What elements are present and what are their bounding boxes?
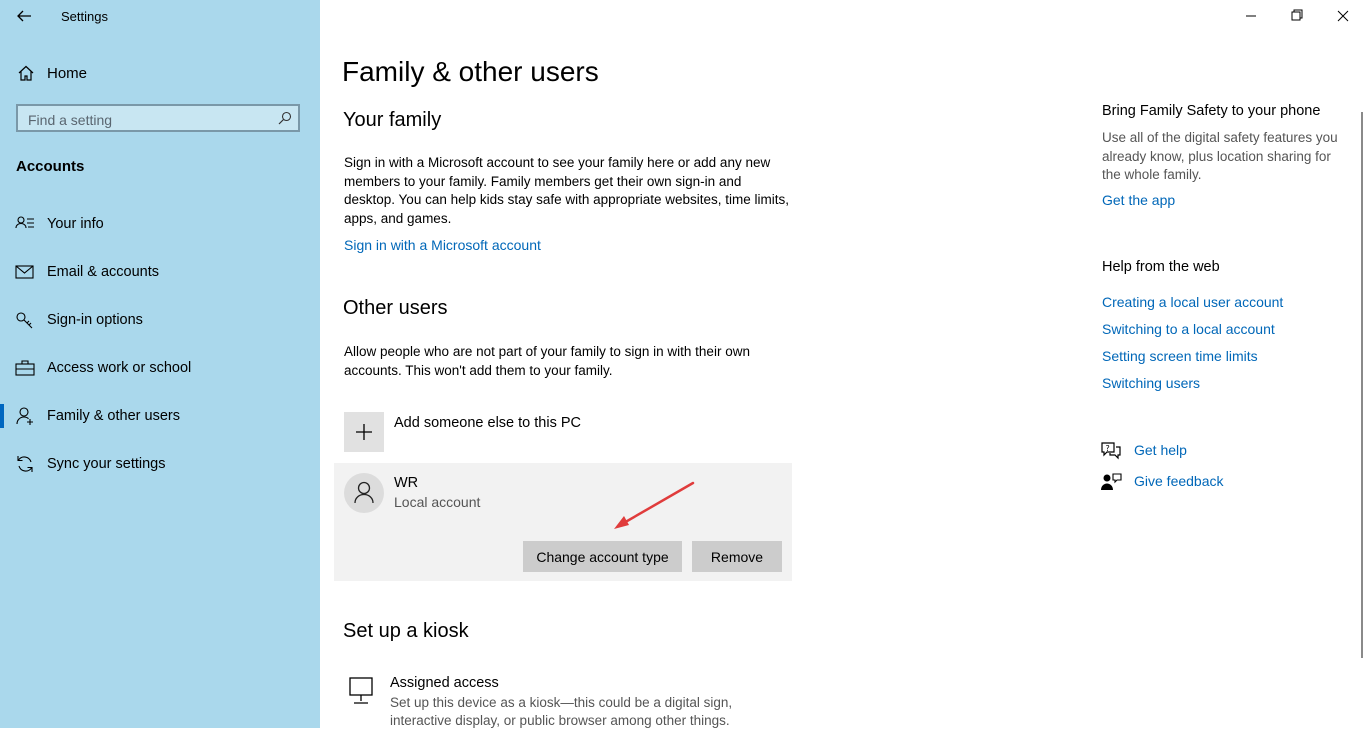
user-name: WR: [394, 475, 419, 491]
sidebar-home-label: Home: [47, 65, 88, 82]
sidebar-home[interactable]: Home: [0, 58, 320, 88]
sidebar-item-label: Access work or school: [47, 360, 192, 376]
family-description: Sign in with a Microsoft account to see …: [344, 155, 789, 226]
family-safety-text: Use all of the digital safety features y…: [1102, 130, 1338, 182]
add-user-button[interactable]: Add someone else to this PC: [344, 412, 794, 454]
plus-icon: [356, 424, 372, 440]
close-icon: [1337, 10, 1349, 22]
sidebar-item-your-info[interactable]: Your info: [0, 204, 320, 244]
close-button[interactable]: [1320, 0, 1366, 32]
help-chat-icon: ?: [1101, 442, 1121, 460]
back-button[interactable]: [14, 6, 34, 26]
change-account-type-button[interactable]: Change account type: [523, 541, 682, 572]
home-icon: [18, 65, 34, 81]
active-indicator: [0, 404, 4, 428]
person-list-icon: [15, 216, 34, 229]
sidebar-item-sign-in[interactable]: Sign-in options: [0, 300, 320, 340]
restore-button[interactable]: [1274, 0, 1320, 32]
person-add-icon: [16, 407, 33, 425]
get-help-label: Get help: [1134, 442, 1187, 458]
add-user-label: Add someone else to this PC: [394, 415, 581, 431]
kiosk-heading: Set up a kiosk: [343, 620, 469, 642]
help-link-screen-time[interactable]: Setting screen time limits: [1102, 348, 1258, 364]
back-arrow-icon: [17, 10, 31, 22]
sidebar-item-email[interactable]: Email & accounts: [0, 252, 320, 292]
user-account-type: Local account: [394, 494, 481, 510]
sidebar: Settings Home Find a setting Accounts Yo…: [0, 0, 320, 728]
sidebar-item-label: Email & accounts: [47, 264, 160, 280]
family-heading: Your family: [343, 109, 442, 131]
briefcase-icon: [15, 360, 35, 376]
sidebar-item-label: Sync your settings: [47, 456, 166, 472]
search-icon: [278, 111, 292, 125]
section-label: Accounts: [16, 158, 85, 175]
sidebar-item-label: Your info: [47, 216, 104, 232]
sidebar-item-label: Sign-in options: [47, 312, 143, 328]
assigned-access-description: Set up this device as a kiosk—this could…: [390, 695, 733, 728]
help-link-switch-local[interactable]: Switching to a local account: [1102, 321, 1275, 337]
kiosk-monitor-icon: [349, 677, 373, 704]
mail-icon: [15, 265, 34, 279]
minimize-icon: [1246, 15, 1256, 17]
remove-button[interactable]: Remove: [692, 541, 782, 572]
sidebar-item-work-school[interactable]: Access work or school: [0, 348, 320, 388]
other-users-description: Allow people who are not part of your fa…: [344, 344, 750, 378]
user-card[interactable]: WR Local account Change account type Rem…: [334, 463, 792, 581]
annotation-arrow-icon: [614, 481, 695, 529]
svg-text:?: ?: [1106, 444, 1110, 453]
minimize-button[interactable]: [1228, 0, 1274, 32]
give-feedback-label: Give feedback: [1134, 473, 1224, 489]
page-title: Family & other users: [342, 56, 599, 87]
avatar: [344, 473, 384, 513]
family-safety-heading: Bring Family Safety to your phone: [1102, 103, 1321, 119]
help-web-heading: Help from the web: [1102, 259, 1220, 275]
restore-icon: [1291, 9, 1303, 21]
sidebar-item-label: Family & other users: [47, 408, 180, 424]
feedback-icon: [1101, 473, 1122, 490]
scrollbar[interactable]: [1361, 112, 1363, 658]
sidebar-item-family[interactable]: Family & other users: [0, 396, 320, 436]
search-input[interactable]: Find a setting: [16, 104, 300, 132]
add-icon-box: [344, 412, 384, 452]
sign-in-microsoft-link[interactable]: Sign in with a Microsoft account: [344, 237, 541, 253]
search-placeholder: Find a setting: [28, 112, 113, 128]
app-title: Settings: [61, 9, 108, 24]
sync-icon: [17, 456, 33, 472]
get-the-app-link[interactable]: Get the app: [1102, 192, 1175, 208]
other-users-heading: Other users: [343, 297, 448, 319]
sidebar-item-sync[interactable]: Sync your settings: [0, 444, 320, 484]
assigned-access-title[interactable]: Assigned access: [390, 675, 499, 691]
help-link-switching-users[interactable]: Switching users: [1102, 375, 1200, 391]
key-icon: [16, 312, 33, 329]
user-icon: [354, 481, 374, 504]
help-link-local-account[interactable]: Creating a local user account: [1102, 294, 1283, 310]
